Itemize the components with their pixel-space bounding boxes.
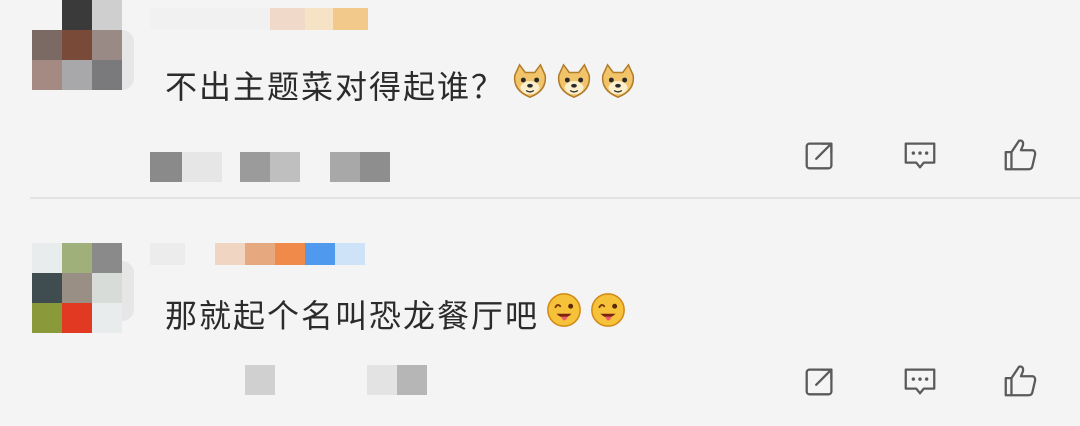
avatar-pixel — [32, 60, 62, 90]
avatar-pixel — [62, 243, 92, 273]
comment-meta-redacted — [245, 365, 427, 395]
avatar-pixel — [92, 30, 122, 60]
avatar-pixel — [62, 303, 92, 333]
like-button[interactable] — [1000, 135, 1040, 175]
avatar[interactable] — [32, 0, 122, 90]
doge-emoji — [557, 63, 591, 98]
reply-button[interactable] — [900, 135, 940, 175]
comment-item: 那就起个名叫恐龙餐厅吧 — [0, 199, 1080, 426]
tongue-out-emoji — [591, 293, 625, 327]
doge-emoji — [601, 63, 635, 98]
avatar-pixel — [32, 303, 62, 333]
avatar-pixel — [92, 60, 122, 90]
avatar-pixel — [62, 30, 92, 60]
reply-button[interactable] — [900, 361, 940, 401]
reply-icon — [904, 142, 936, 169]
avatar-pixel — [62, 60, 92, 90]
like-button[interactable] — [1000, 361, 1040, 401]
share-icon — [805, 368, 833, 396]
avatar-pixel — [32, 273, 62, 303]
avatar-pixel — [92, 303, 122, 333]
comment-text-content: 不出主题菜对得起谁？ — [165, 68, 506, 106]
avatar-pixel — [92, 243, 122, 273]
comment-text-content: 那就起个名叫恐龙餐厅吧 — [165, 297, 540, 335]
comment-text: 不出主题菜对得起谁？ — [165, 62, 637, 108]
avatar-pixel — [92, 0, 122, 30]
avatar-edge — [122, 261, 134, 321]
doge-emoji — [513, 63, 547, 98]
avatar-pixel — [62, 273, 92, 303]
comment-text: 那就起个名叫恐龙餐厅吧 — [165, 291, 627, 337]
emoji-group — [539, 291, 627, 337]
username-redacted[interactable] — [150, 8, 368, 30]
avatar-pixel — [92, 273, 122, 303]
avatar-pixel — [62, 0, 92, 30]
comment-meta-redacted — [150, 152, 390, 182]
reply-icon — [904, 368, 936, 395]
comment-item: 不出主题菜对得起谁？ — [0, 0, 1080, 198]
like-icon — [1004, 139, 1037, 171]
share-button[interactable] — [800, 361, 840, 401]
username-redacted[interactable] — [150, 243, 365, 265]
tongue-out-emoji — [547, 293, 581, 327]
like-icon — [1004, 365, 1037, 397]
emoji-group — [505, 62, 637, 108]
share-button[interactable] — [800, 135, 840, 175]
avatar-pixel — [32, 243, 62, 273]
share-icon — [805, 142, 833, 170]
avatar-pixel — [32, 30, 62, 60]
avatar-edge — [122, 30, 134, 90]
avatar[interactable] — [32, 243, 122, 333]
